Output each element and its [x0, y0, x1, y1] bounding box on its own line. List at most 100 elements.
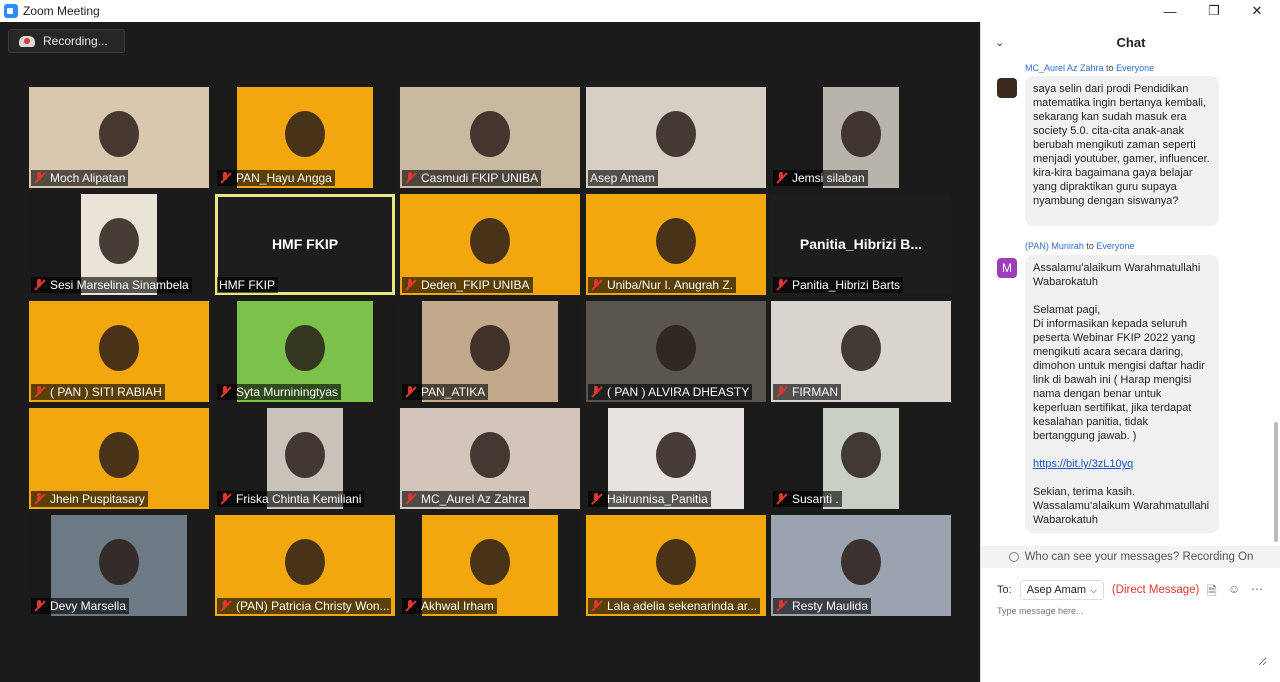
- muted-mic-icon: [33, 172, 45, 184]
- more-options-icon[interactable]: ⋯: [1251, 582, 1263, 596]
- zoom-app-icon: [4, 4, 18, 18]
- muted-mic-icon: [404, 600, 416, 612]
- participant-name: Jemsi silaban: [792, 171, 865, 185]
- participant-tile[interactable]: Lala adelia sekenarinda ar...: [586, 515, 766, 616]
- participant-name-bar: Susanti .: [773, 491, 842, 507]
- participant-name: Jhein Puspitasary: [50, 492, 145, 506]
- participant-name-bar: (PAN) Patricia Christy Won...: [217, 598, 391, 614]
- file-icon[interactable]: 🗎: [1207, 582, 1217, 603]
- participant-silhouette: [285, 325, 325, 371]
- participant-tile[interactable]: PAN_Hayu Angga: [215, 87, 395, 188]
- participant-name: Sesi Marselina Sinambela: [50, 278, 189, 292]
- muted-mic-icon: [590, 279, 602, 291]
- message-sender[interactable]: MC_Aurel Az Zahra: [1025, 63, 1104, 73]
- emoji-icon[interactable]: ☺: [1228, 582, 1240, 596]
- participant-tile[interactable]: Asep Amam: [586, 87, 766, 188]
- participant-tile[interactable]: ( PAN ) ALVIRA DHEASTY: [586, 301, 766, 402]
- participant-tile[interactable]: Casmudi FKIP UNIBA: [400, 87, 580, 188]
- participant-name: PAN_Hayu Angga: [236, 171, 332, 185]
- participant-tile[interactable]: FIRMAN: [771, 301, 951, 402]
- participant-tile[interactable]: Jemsi silaban: [771, 87, 951, 188]
- participant-name: Akhwal Irham: [421, 599, 494, 613]
- participant-silhouette: [99, 432, 139, 478]
- participant-tile[interactable]: Akhwal Irham: [400, 515, 580, 616]
- participant-name-bar: Friska Chintia Kemiliani: [217, 491, 365, 507]
- chat-title: Chat: [1116, 35, 1146, 50]
- participant-name: Panitia_Hibrizi Barts: [792, 278, 901, 292]
- message-visibility-notice[interactable]: Who can see your messages? Recording On: [981, 546, 1280, 568]
- chat-message-input[interactable]: [997, 606, 1267, 666]
- chat-panel: ⌄ Chat MC_Aurel Az Zahra to Everyone say…: [980, 22, 1280, 682]
- participant-tile[interactable]: Jhein Puspitasary: [29, 408, 209, 509]
- chat-message-closing: Sekian, terima kasih. Wassalamu'alaikum …: [1033, 486, 1210, 526]
- participant-silhouette: [470, 325, 510, 371]
- recipient-row: To: Asep Amam ⌵ (Direct Message) 🗎 ☺ ⋯: [981, 578, 1280, 602]
- participant-tile[interactable]: ( PAN ) SITI RABIAH: [29, 301, 209, 402]
- participant-name-bar: Lala adelia sekenarinda ar...: [588, 598, 761, 614]
- muted-mic-icon: [404, 386, 416, 398]
- participant-tile[interactable]: PAN_ATIKA: [400, 301, 580, 402]
- participant-silhouette: [656, 325, 696, 371]
- participant-name-bar: FIRMAN: [773, 384, 841, 400]
- participant-name: Casmudi FKIP UNIBA: [421, 171, 539, 185]
- recording-label: Recording...: [43, 34, 108, 48]
- recording-indicator[interactable]: Recording...: [8, 29, 125, 53]
- participant-name: Uniba/Nur I. Anugrah Z.: [607, 278, 734, 292]
- participant-silhouette: [656, 218, 696, 264]
- participant-silhouette: [470, 539, 510, 585]
- participant-tile[interactable]: HMF FKIP HMF FKIP: [215, 194, 395, 295]
- participant-tile[interactable]: (PAN) Patricia Christy Won...: [215, 515, 395, 616]
- participant-tile[interactable]: MC_Aurel Az Zahra: [400, 408, 580, 509]
- muted-mic-icon: [219, 386, 231, 398]
- close-window-button[interactable]: ✕: [1237, 0, 1277, 22]
- video-gallery: Recording... Moch Alipatan PAN_Hayu Angga…: [0, 22, 980, 682]
- muted-mic-icon: [590, 600, 602, 612]
- participant-name-bar: Deden_FKIP UNIBA: [402, 277, 533, 293]
- message-meta: MC_Aurel Az Zahra to Everyone: [1025, 63, 1155, 73]
- participant-display-name: Panitia_Hibrizi B...: [799, 236, 923, 252]
- chat-message-link[interactable]: https://bit.ly/3zL10yq: [1033, 458, 1133, 470]
- participant-name: (PAN) Patricia Christy Won...: [236, 599, 390, 613]
- participant-tile[interactable]: Susanti .: [771, 408, 951, 509]
- message-meta: (PAN) Munirah to Everyone: [1025, 241, 1135, 251]
- participant-name-bar: Hairunnisa_Panitia: [588, 491, 711, 507]
- chat-scrollbar[interactable]: [1274, 422, 1278, 542]
- participant-tile[interactable]: Hairunnisa_Panitia: [586, 408, 766, 509]
- muted-mic-icon: [404, 172, 416, 184]
- participant-tile[interactable]: Sesi Marselina Sinambela: [29, 194, 209, 295]
- participant-silhouette: [99, 111, 139, 157]
- muted-mic-icon: [775, 172, 787, 184]
- participant-name-bar: Sesi Marselina Sinambela: [31, 277, 192, 293]
- participant-tile[interactable]: Devy Marsella: [29, 515, 209, 616]
- participant-tile[interactable]: Syta Murniningtyas: [215, 301, 395, 402]
- minimize-button[interactable]: —: [1150, 0, 1190, 22]
- participant-silhouette: [841, 432, 881, 478]
- maximize-button[interactable]: ❐: [1194, 0, 1234, 22]
- muted-mic-icon: [404, 279, 416, 291]
- participant-name: ( PAN ) SITI RABIAH: [50, 385, 162, 399]
- participant-tile[interactable]: Deden_FKIP UNIBA: [400, 194, 580, 295]
- participant-tile[interactable]: Moch Alipatan: [29, 87, 209, 188]
- participant-silhouette: [656, 539, 696, 585]
- participant-silhouette: [470, 432, 510, 478]
- participant-name: Asep Amam: [590, 171, 655, 185]
- participant-name-bar: MC_Aurel Az Zahra: [402, 491, 529, 507]
- window-title: Zoom Meeting: [23, 4, 100, 18]
- participant-name-bar: Devy Marsella: [31, 598, 130, 614]
- message-sender[interactable]: (PAN) Munirah: [1025, 241, 1084, 251]
- participant-name: Lala adelia sekenarinda ar...: [607, 599, 758, 613]
- participant-tile[interactable]: Resty Maulida: [771, 515, 951, 616]
- participant-tile[interactable]: Panitia_Hibrizi B... Panitia_Hibrizi Bart…: [771, 194, 951, 295]
- chat-message: Assalamu'alaikum Warahmatullahi Wabaroka…: [1025, 255, 1219, 533]
- muted-mic-icon: [775, 493, 787, 505]
- participant-name: Moch Alipatan: [50, 171, 126, 185]
- participant-name-bar: PAN_ATIKA: [402, 384, 489, 400]
- recipient-select[interactable]: Asep Amam ⌵: [1019, 580, 1104, 600]
- participant-tile[interactable]: Friska Chintia Kemiliani: [215, 408, 395, 509]
- avatar: M: [997, 258, 1017, 278]
- participant-tile[interactable]: Uniba/Nur I. Anugrah Z.: [586, 194, 766, 295]
- muted-mic-icon: [219, 600, 231, 612]
- muted-mic-icon: [404, 493, 416, 505]
- participant-name-bar: Resty Maulida: [773, 598, 872, 614]
- participant-silhouette: [99, 218, 139, 264]
